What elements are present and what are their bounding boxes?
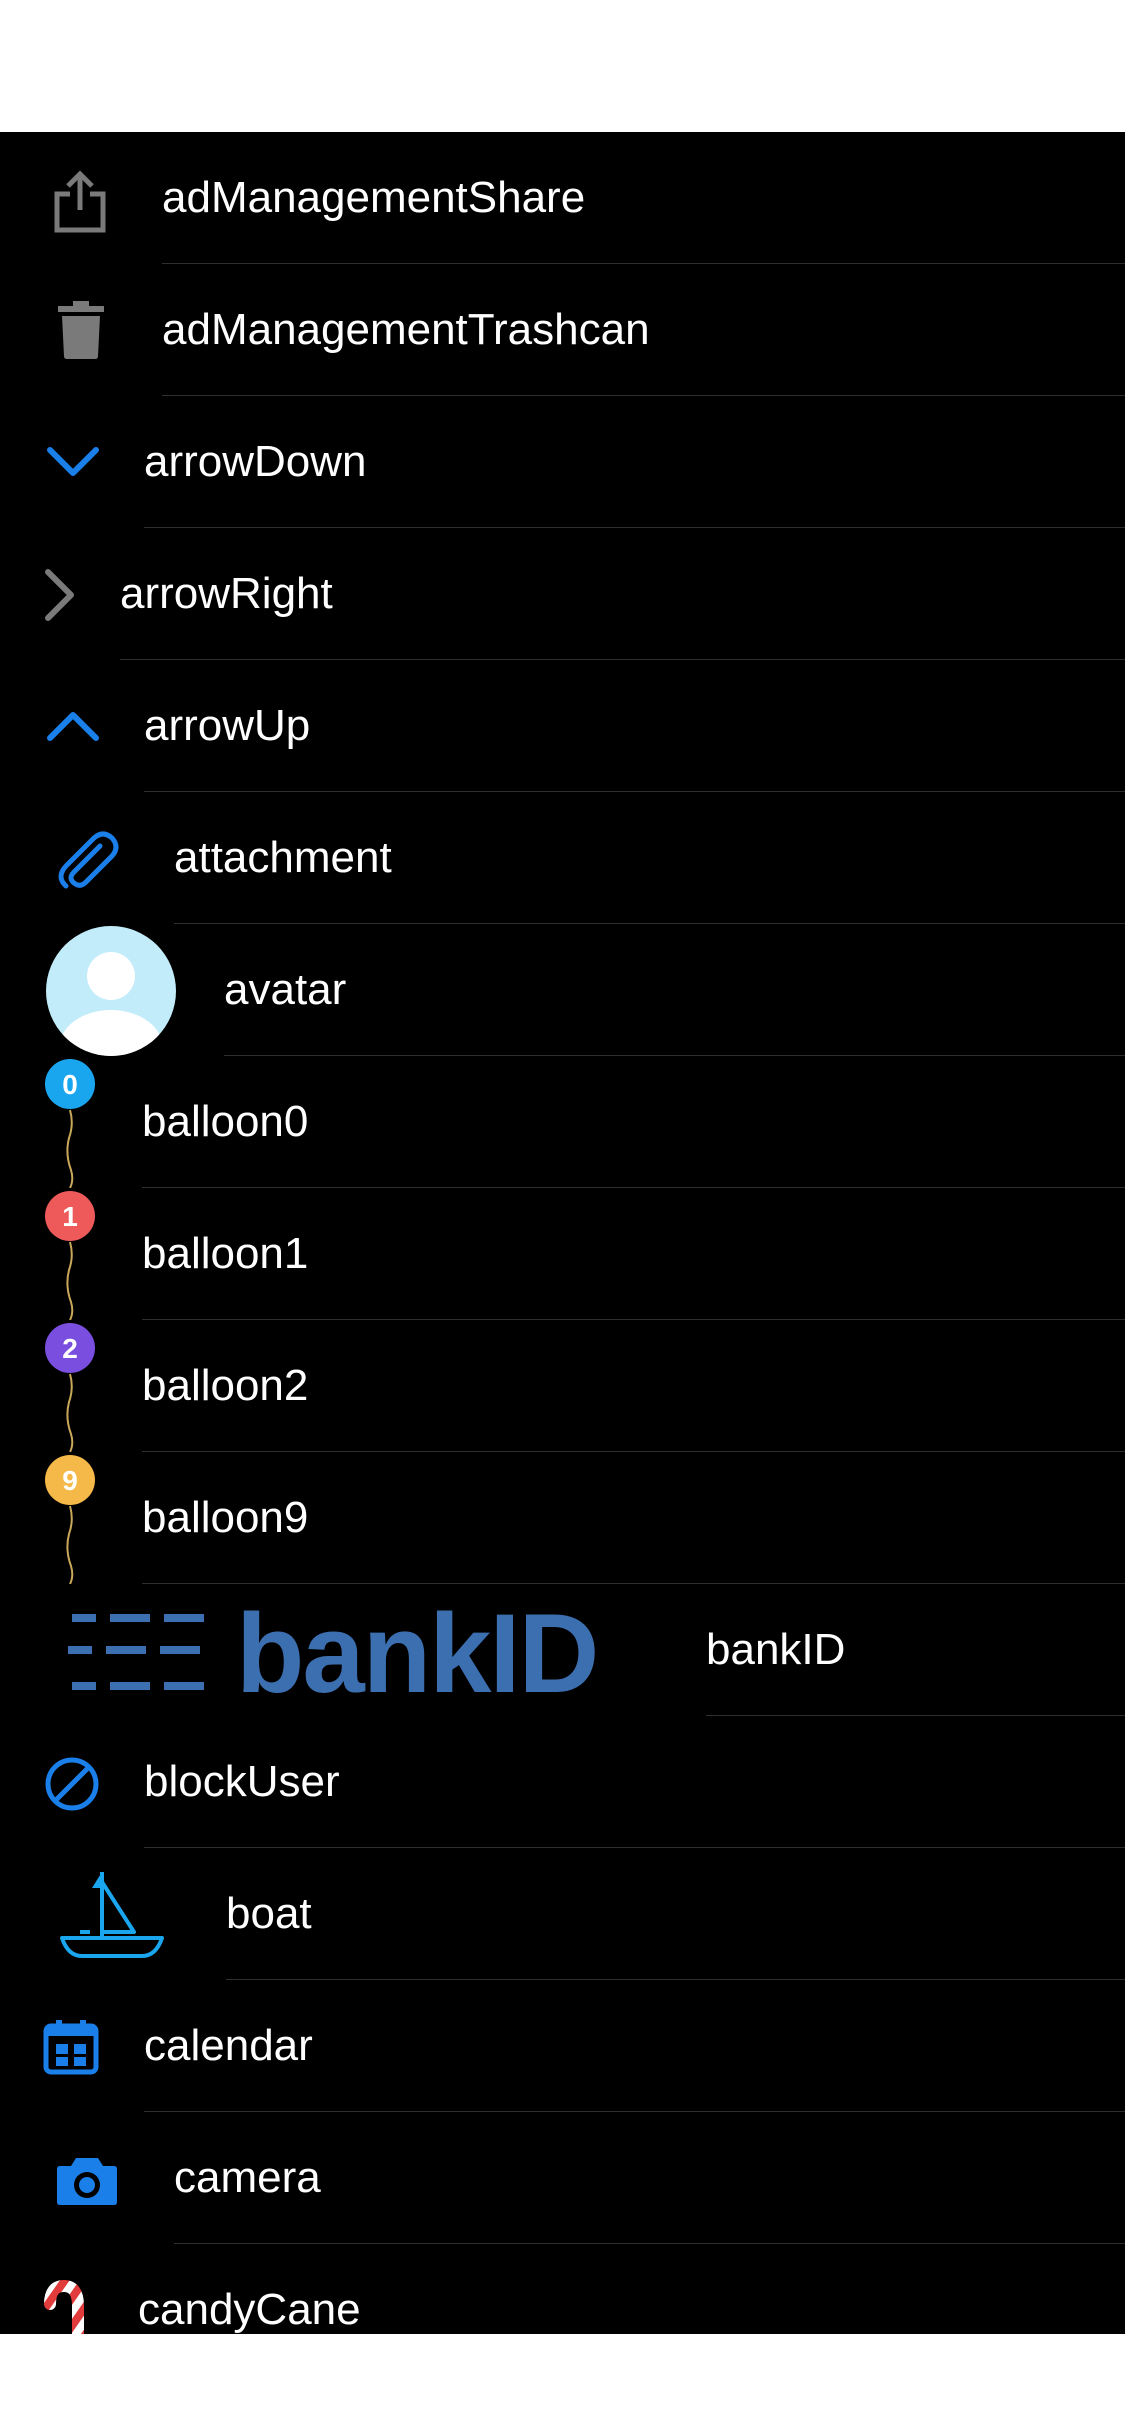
list-item-label: bankID <box>706 1625 846 1674</box>
list-item-label: blockUser <box>144 1757 340 1806</box>
list-item[interactable]: calendar <box>0 1980 1125 2112</box>
list-item[interactable]: camera <box>0 2112 1125 2244</box>
list-item-label: candyCane <box>138 2285 361 2334</box>
list-item[interactable]: arrowUp <box>0 660 1125 792</box>
list-item[interactable]: 2 balloon2 <box>0 1320 1125 1452</box>
camera-icon <box>56 2154 118 2206</box>
balloon-icon: 2 <box>44 1322 96 1452</box>
list-item[interactable]: 1 balloon1 <box>0 1188 1125 1320</box>
avatar-icon <box>44 924 178 1058</box>
home-indicator-area <box>0 2334 1125 2436</box>
calendar-icon <box>42 2018 100 2076</box>
balloon-icon: 9 <box>44 1454 96 1584</box>
arrow-up-icon <box>46 710 100 742</box>
list-item-label: attachment <box>174 833 392 882</box>
candy-cane-icon <box>42 2278 94 2334</box>
list-item[interactable]: 0 balloon0 <box>0 1056 1125 1188</box>
balloon-icon: 1 <box>44 1190 96 1320</box>
arrow-down-icon <box>46 446 100 478</box>
list-item-label: arrowDown <box>144 437 367 486</box>
list-item-label: balloon9 <box>142 1493 309 1542</box>
paperclip-icon <box>54 826 120 892</box>
list-item[interactable]: arrowDown <box>0 396 1125 528</box>
balloon-badge: 1 <box>62 1201 78 1232</box>
list-item[interactable]: arrowRight <box>0 528 1125 660</box>
icon-list[interactable]: adManagementShare adManagementTrashcan a… <box>0 132 1125 2334</box>
share-icon <box>52 170 108 234</box>
status-bar-area <box>0 0 1125 132</box>
list-item-label: balloon1 <box>142 1229 309 1278</box>
list-item[interactable]: blockUser <box>0 1716 1125 1848</box>
bankid-logo-text: bankID <box>236 1606 597 1698</box>
list-item[interactable]: avatar <box>0 924 1125 1056</box>
boat-icon <box>58 1868 166 1960</box>
balloon-badge: 0 <box>62 1069 78 1100</box>
list-item-label: adManagementShare <box>162 173 586 222</box>
list-item-label: balloon0 <box>142 1097 309 1146</box>
list-item-label: adManagementTrashcan <box>162 305 650 354</box>
balloon-badge: 2 <box>62 1333 78 1364</box>
block-icon <box>44 1756 100 1812</box>
bankid-logo: bankID <box>68 1606 638 1698</box>
list-item[interactable]: adManagementTrashcan <box>0 264 1125 396</box>
list-item[interactable]: 9 balloon9 <box>0 1452 1125 1584</box>
list-item[interactable]: adManagementShare <box>0 132 1125 264</box>
list-item-label: boat <box>226 1889 312 1938</box>
arrow-right-icon <box>44 568 76 622</box>
list-item[interactable]: attachment <box>0 792 1125 924</box>
list-item-label: arrowUp <box>144 701 311 750</box>
list-item-label: calendar <box>144 2021 313 2070</box>
list-item-label: balloon2 <box>142 1361 309 1410</box>
list-item[interactable]: bankID bankID <box>0 1584 1125 1716</box>
balloon-icon: 0 <box>44 1058 96 1188</box>
list-item[interactable]: candyCane <box>0 2244 1125 2334</box>
list-item-label: arrowRight <box>120 569 333 618</box>
list-item-label: camera <box>174 2153 321 2202</box>
list-item[interactable]: boat <box>0 1848 1125 1980</box>
balloon-badge: 9 <box>62 1465 78 1496</box>
list-item-label: avatar <box>224 965 347 1014</box>
trashcan-icon <box>58 300 104 360</box>
